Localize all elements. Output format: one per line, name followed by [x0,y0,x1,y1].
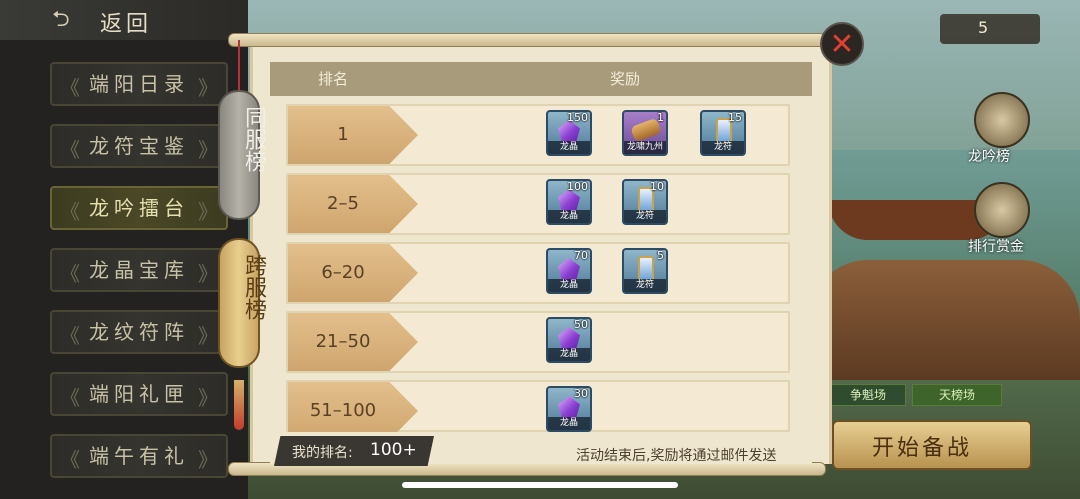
table-row: 51–100 [286,380,790,440]
chevron-right-icon: 》 [198,386,218,410]
sidebar-item-duanyang-rilu[interactable]: 《 端阳日录 》 [50,62,228,106]
table-header [270,62,812,96]
reward-item[interactable]: 1 龙啸九州 [622,110,668,156]
tab-rope [238,40,240,90]
longyin-ranking-button[interactable] [974,92,1030,148]
back-arrow-icon[interactable]: ⮌ [52,8,92,32]
table-row: 2–5 [286,173,790,235]
reward-item[interactable]: 50 龙晶 [546,317,592,363]
tab-tianbang[interactable]: 天榜场 [912,384,1002,406]
home-indicator[interactable] [402,482,678,488]
item-name: 龙符 [624,210,666,223]
item-name: 龙晶 [548,141,590,154]
table-row: 6–20 [286,242,790,304]
reward-item[interactable]: 150 龙晶 [546,110,592,156]
sidebar-item-longwen-fuzhen[interactable]: 《 龙纹符阵 》 [50,310,228,354]
sidebar-item-longyin-leitai[interactable]: 《 龙吟擂台 》 [50,186,228,230]
chevron-right-icon: 》 [198,200,218,224]
longyin-ranking-label: 龙吟榜 [968,149,1010,165]
tab-cross-server[interactable]: 跨服榜 [218,238,266,368]
close-button[interactable]: ✕ [820,22,864,66]
reward-chest-label: 排行赏金 [968,239,1024,255]
reward-item[interactable]: 70 龙晶 [546,248,592,294]
table-row: 21–50 [286,311,790,373]
item-count: 15 [728,111,742,124]
back-button[interactable]: 返回 [100,6,152,38]
reward-item[interactable]: 5 龙符 [622,248,668,294]
item-count: 30 [574,387,588,400]
my-rank-label: 我的排名: [292,445,353,461]
chevron-right-icon: 》 [198,324,218,348]
sidebar-item-duanyang-lixia[interactable]: 《 端阳礼匣 》 [50,372,228,416]
item-name: 龙符 [624,279,666,292]
tab-zhengkui[interactable]: 争魁场 [830,384,906,406]
rank-value: 1 [337,124,349,145]
reward-chest-button[interactable] [974,182,1030,238]
rank-value: 6–20 [321,262,365,283]
rank-value: 2–5 [327,193,359,214]
reward-item[interactable]: 30 龙晶 [546,386,592,432]
reward-item[interactable]: 15 龙符 [700,110,746,156]
item-count: 100 [567,180,588,193]
tab-same-server[interactable]: 同服榜 [218,90,266,220]
item-name: 龙符 [702,141,744,154]
scroll-rod-top [228,33,826,47]
chevron-right-icon: 》 [198,76,218,100]
item-name: 龙晶 [548,348,590,361]
sidebar-item-longfu-baojian[interactable]: 《 龙符宝鉴 》 [50,124,228,168]
item-name: 龙啸九州 [624,141,666,154]
tab-cross-server-label: 跨服榜 [241,254,266,320]
my-rank-value: 100+ [370,440,417,460]
mail-reward-note: 活动结束后,奖励将通过邮件发送 [576,448,777,464]
item-name: 龙晶 [548,210,590,223]
chevron-right-icon: 》 [198,138,218,162]
item-name: 龙晶 [548,417,590,430]
chevron-right-icon: 》 [198,262,218,286]
item-count: 70 [574,249,588,262]
item-count: 50 [574,318,588,331]
sidebar-item-duanwu-youli[interactable]: 《 端午有礼 》 [50,434,228,478]
rank-value: 21–50 [315,331,371,352]
reward-item[interactable]: 10 龙符 [622,179,668,225]
item-count: 150 [567,111,588,124]
start-prepare-label: 开始备战 [872,436,973,461]
item-count: 5 [657,249,664,262]
header-rank: 排名 [318,70,349,88]
item-count: 1 [657,111,664,124]
item-name: 龙晶 [548,279,590,292]
chevron-right-icon: 》 [198,448,218,472]
header-reward: 奖励 [610,70,641,88]
tassel [234,380,244,430]
currency-count: 5 [978,18,989,37]
reward-item[interactable]: 100 龙晶 [546,179,592,225]
currency-counter[interactable] [940,14,1040,44]
sidebar-item-longjing-baoku[interactable]: 《 龙晶宝库 》 [50,248,228,292]
item-count: 10 [650,180,664,193]
tab-same-server-label: 同服榜 [241,106,266,172]
close-icon: ✕ [829,27,855,62]
bridge [808,260,1080,380]
